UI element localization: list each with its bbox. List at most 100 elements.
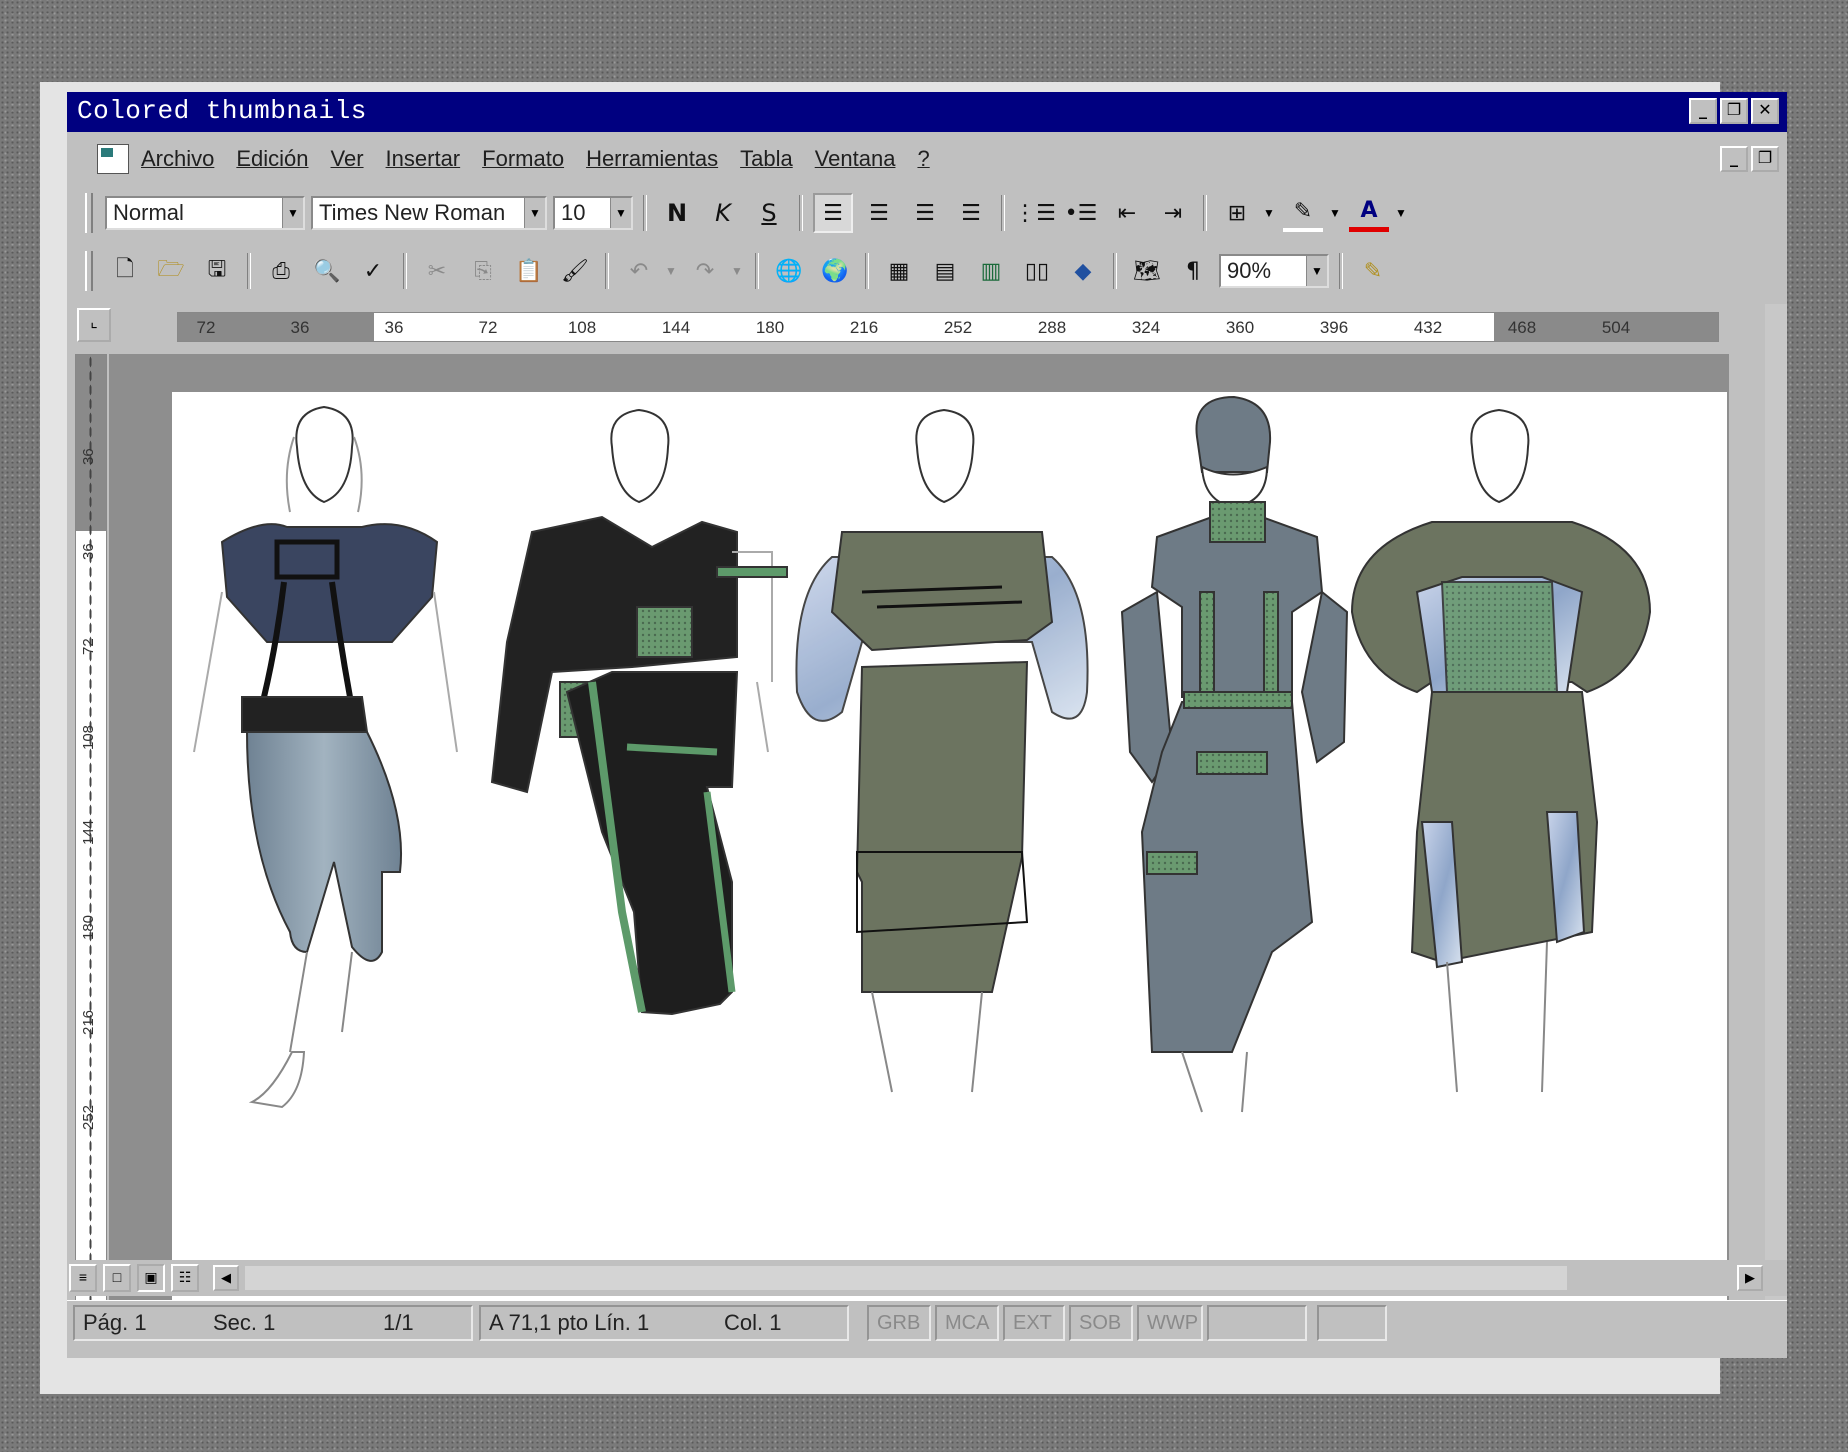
chevron-down-icon[interactable]: ▼ [282, 198, 303, 228]
menu-ver[interactable]: Ver [331, 146, 364, 172]
font-select[interactable]: Times New Roman ▼ [311, 196, 547, 230]
redo-icon[interactable]: ↷ [685, 251, 725, 291]
figure-1 [193, 405, 458, 1109]
vertical-ruler[interactable]: 36 36 72 108 144 180 216 252 [75, 354, 107, 1312]
web-toolbar-icon[interactable]: 🌍 [815, 251, 855, 291]
toolbar-grip[interactable] [85, 193, 93, 233]
menu-archivo[interactable]: Archivo [141, 146, 214, 172]
bulleted-list-icon[interactable]: •☰ [1061, 193, 1101, 233]
justify-icon[interactable]: ☰ [951, 193, 991, 233]
decrease-indent-icon[interactable]: ⇤ [1107, 193, 1147, 233]
menu-formato[interactable]: Formato [482, 146, 564, 172]
restore-button[interactable]: ❐ [1720, 98, 1748, 124]
menu-insertar[interactable]: Insertar [386, 146, 461, 172]
menu-edicion[interactable]: Edición [236, 146, 308, 172]
outline-view-button[interactable]: ☷ [171, 1264, 199, 1292]
ruler-tick-label: 216 [849, 318, 879, 337]
drawing-icon[interactable]: ◆ [1063, 251, 1103, 291]
align-right-icon[interactable]: ☰ [905, 193, 945, 233]
status-position-info: A 71,1 pto Lín. 1 Col. 1 [479, 1305, 849, 1341]
align-left-icon[interactable]: ☰ [813, 193, 853, 233]
menu-ventana[interactable]: Ventana [815, 146, 896, 172]
chevron-down-icon[interactable]: ▼ [665, 264, 679, 278]
doc-restore-button[interactable]: ❐ [1751, 146, 1779, 172]
window-controls: _ ❐ ✕ [1689, 98, 1779, 124]
insert-excel-icon[interactable]: ▥ [971, 251, 1011, 291]
chevron-down-icon[interactable]: ▼ [1263, 206, 1277, 220]
close-button[interactable]: ✕ [1751, 98, 1779, 124]
italic-button[interactable]: K [703, 193, 743, 233]
chevron-down-icon[interactable]: ▼ [1306, 256, 1327, 286]
align-center-icon[interactable]: ☰ [859, 193, 899, 233]
figure-4 [1120, 395, 1349, 1113]
borders-icon[interactable]: ⊞ [1217, 193, 1257, 233]
tab-selector[interactable]: ⌞ [77, 308, 111, 342]
spelling-icon[interactable]: ✓ [353, 251, 393, 291]
document-icon[interactable] [97, 144, 129, 174]
format-painter-icon[interactable]: 🖌 [555, 251, 595, 291]
menu-help[interactable]: ? [917, 146, 929, 172]
status-mode-wwp[interactable]: WWP [1137, 1305, 1203, 1341]
columns-icon[interactable]: ▯▯ [1017, 251, 1057, 291]
document-map-icon[interactable]: 🗺 [1127, 251, 1167, 291]
print-layout-button[interactable]: ▣ [137, 1264, 165, 1292]
font-value: Times New Roman [319, 200, 506, 225]
office-assistant-icon[interactable]: ✎ [1353, 251, 1393, 291]
zoom-value: 90% [1227, 258, 1272, 283]
underline-button[interactable]: S [749, 193, 789, 233]
scroll-left-icon[interactable]: ◀ [213, 1265, 239, 1291]
vertical-scrollbar[interactable] [1765, 304, 1787, 1310]
tables-borders-icon[interactable]: ▦ [879, 251, 919, 291]
chevron-down-icon[interactable]: ▼ [524, 198, 545, 228]
status-mode-grb[interactable]: GRB [867, 1305, 931, 1341]
ruler-tick-label: 324 [1131, 318, 1161, 337]
horizontal-ruler-row: ⌞ 72 36 36 72 108 144 180 216 252 288 324 360 396 432… [67, 304, 1787, 352]
bold-button[interactable]: N [657, 193, 697, 233]
status-mode-mca[interactable]: MCA [935, 1305, 999, 1341]
insert-table-icon[interactable]: ▤ [925, 251, 965, 291]
minimize-button[interactable]: _ [1689, 98, 1717, 124]
increase-indent-icon[interactable]: ⇥ [1153, 193, 1193, 233]
menu-herramientas[interactable]: Herramientas [586, 146, 718, 172]
normal-view-button[interactable]: ≡ [69, 1264, 97, 1292]
copy-icon[interactable]: ⎘ [463, 251, 503, 291]
chevron-down-icon[interactable]: ▼ [731, 264, 745, 278]
status-mode-ext[interactable]: EXT [1003, 1305, 1065, 1341]
chevron-down-icon[interactable]: ▼ [1395, 206, 1409, 220]
new-document-icon[interactable]: 🗋 [105, 251, 145, 291]
undo-icon[interactable]: ↶ [619, 251, 659, 291]
window-title: Colored thumbnails [77, 96, 367, 126]
hyperlink-icon[interactable]: 🌐 [769, 251, 809, 291]
font-size-select[interactable]: 10 ▼ [553, 196, 633, 230]
zoom-select[interactable]: 90% ▼ [1219, 254, 1329, 288]
status-mode-sob[interactable]: SOB [1069, 1305, 1133, 1341]
document-page[interactable] [172, 392, 1727, 1310]
show-hide-paragraph-icon[interactable]: ¶ [1173, 251, 1213, 291]
ruler-tick-label: 180 [80, 914, 97, 940]
menu-tabla[interactable]: Tabla [740, 146, 793, 172]
ruler-tick-label: 252 [80, 1104, 97, 1130]
ruler-tick-label: 36 [384, 318, 404, 337]
style-select[interactable]: Normal ▼ [105, 196, 305, 230]
horizontal-scroll-track[interactable] [245, 1266, 1567, 1290]
font-color-icon[interactable]: A [1349, 194, 1389, 232]
numbered-list-icon[interactable]: ⋮☰ [1014, 193, 1056, 233]
horizontal-ruler[interactable]: 72 36 36 72 108 144 180 216 252 288 324 360 396 432 46… [177, 312, 1719, 342]
chevron-down-icon[interactable]: ▼ [1329, 206, 1343, 220]
chevron-down-icon[interactable]: ▼ [610, 198, 631, 228]
scroll-right-icon[interactable]: ▶ [1737, 1265, 1763, 1291]
print-preview-icon[interactable]: 🔍 [307, 251, 347, 291]
web-view-button[interactable]: □ [103, 1264, 131, 1292]
standard-toolbar: 🗋 🗁 🖫 ⎙ 🔍 ✓ ✂ ⎘ 📋 🖌 ↶ ▼ ↷ ▼ 🌐 🌍 ▦ ▤ ▥ ▯▯… [85, 244, 1393, 298]
ruler-tick-label: 72 [478, 318, 498, 337]
toolbar-grip[interactable] [85, 251, 93, 291]
paste-icon[interactable]: 📋 [509, 251, 549, 291]
highlight-icon[interactable]: ✎ [1283, 194, 1323, 232]
open-folder-icon[interactable]: 🗁 [151, 251, 191, 291]
print-icon[interactable]: ⎙ [261, 251, 301, 291]
save-icon[interactable]: 🖫 [197, 251, 237, 291]
doc-minimize-button[interactable]: _ [1720, 146, 1748, 172]
ruler-tick-label: 216 [80, 1009, 97, 1035]
cut-icon[interactable]: ✂ [417, 251, 457, 291]
ruler-tick-label: 72 [196, 318, 216, 337]
